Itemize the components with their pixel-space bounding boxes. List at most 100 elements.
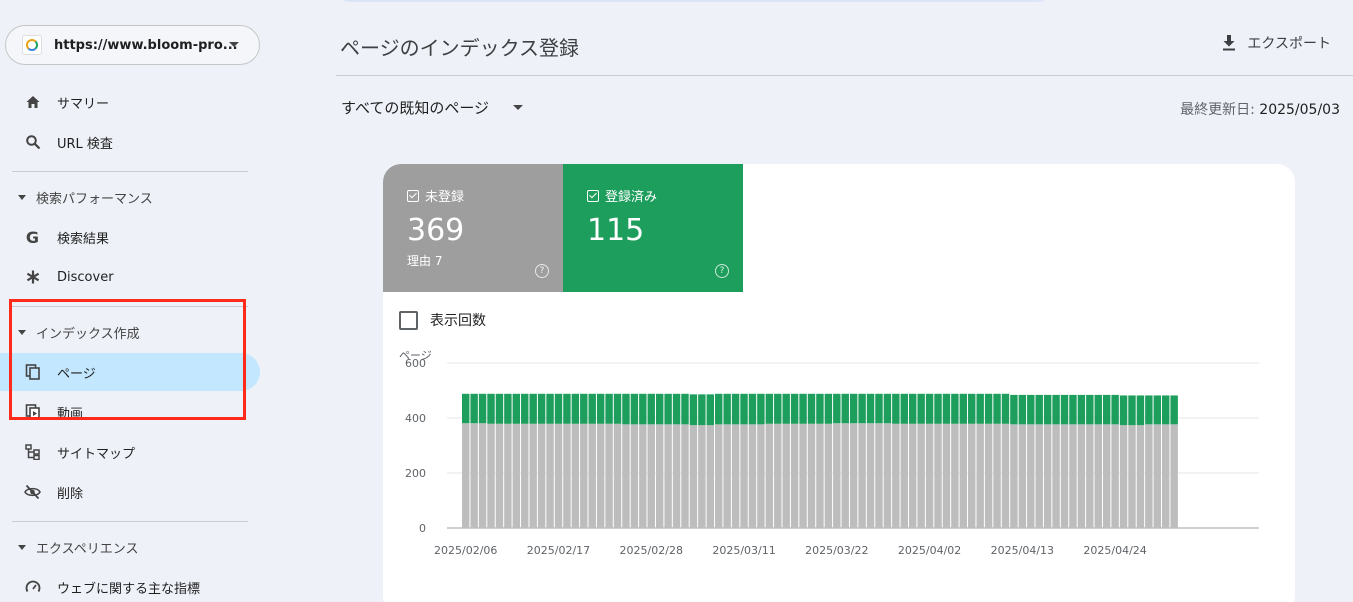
bar-not-indexed: [1094, 424, 1102, 528]
bar-indexed: [639, 393, 647, 425]
sidebar-item-label: ウェブに関する主な指標: [57, 581, 201, 597]
bar-not-indexed: [866, 423, 875, 528]
bar-indexed: [1128, 395, 1136, 426]
bar-indexed: [959, 393, 968, 424]
bar-not-indexed: [698, 425, 706, 528]
indexed-tile[interactable]: 登録済み 115 ?: [563, 164, 743, 292]
sidebar-item-summary[interactable]: サマリー: [0, 83, 260, 121]
chevron-down-icon: [513, 105, 524, 110]
collapse-arrow-icon: [18, 194, 26, 200]
sidebar-item-url-inspection[interactable]: URL 検査: [0, 123, 260, 161]
impressions-toggle[interactable]: 表示回数: [399, 310, 486, 330]
bar-not-indexed: [1060, 424, 1069, 528]
sidebar-item-sitemaps[interactable]: サイトマップ: [0, 433, 260, 471]
help-icon[interactable]: ?: [535, 264, 549, 278]
bar-indexed: [596, 393, 605, 424]
checkbox-unchecked-icon: [399, 310, 418, 330]
bar-indexed: [495, 393, 504, 424]
bar-indexed: [807, 393, 816, 424]
bar-indexed: [622, 393, 630, 425]
bar-not-indexed: [554, 423, 563, 528]
x-tick-label: 2025/02/28: [620, 544, 683, 557]
sidebar-item-label: 削除: [57, 486, 84, 502]
y-tick-label: 600: [405, 357, 426, 370]
asterisk-icon: [24, 269, 41, 286]
index-report-card: 未登録 369 理由 7 ? 登録済み 115 ? 表示回数 ページ 0 200 40…: [383, 164, 1295, 602]
bar-not-indexed: [596, 423, 605, 528]
bar-indexed: [1170, 395, 1178, 425]
x-tick-label: 2025/03/22: [805, 544, 868, 557]
bar-not-indexed: [799, 423, 807, 528]
bar-indexed: [1145, 395, 1153, 425]
sidebar-item-search-results[interactable]: G 検索結果: [0, 218, 260, 256]
bar-indexed: [588, 393, 596, 424]
last-updated: 最終更新日: 2025/05/03: [1180, 99, 1340, 119]
sidebar-item-core-web-vitals[interactable]: ウェブに関する主な指標: [0, 568, 260, 602]
not-indexed-count: 369: [407, 213, 465, 248]
bar-indexed: [1035, 394, 1043, 425]
bar-not-indexed: [942, 423, 951, 528]
bar-indexed: [664, 393, 672, 425]
bar-not-indexed: [563, 423, 571, 528]
bar-not-indexed: [858, 423, 866, 528]
checkbox-checked-icon: [407, 189, 419, 202]
bar-indexed: [529, 393, 537, 424]
last-updated-value: 2025/05/03: [1259, 102, 1340, 118]
bar-indexed: [655, 393, 664, 425]
bar-indexed: [630, 393, 639, 425]
bar-not-indexed: [993, 423, 1001, 528]
bar-indexed: [849, 393, 858, 424]
bar-not-indexed: [1119, 425, 1128, 528]
bar-not-indexed: [546, 423, 554, 528]
help-icon[interactable]: ?: [715, 264, 729, 278]
bar-not-indexed: [892, 423, 900, 528]
bar-indexed: [563, 393, 571, 424]
bar-not-indexed: [807, 423, 816, 528]
bar-indexed: [1043, 394, 1052, 425]
page-filter-dropdown[interactable]: すべての既知のページ: [341, 97, 524, 118]
checkbox-checked-icon: [587, 189, 599, 202]
sidebar-item-removals[interactable]: 削除: [0, 473, 260, 511]
bar-indexed: [790, 393, 799, 424]
export-button[interactable]: エクスポート: [1221, 33, 1331, 53]
x-tick-label: 2025/04/24: [1083, 544, 1146, 557]
bar-not-indexed: [731, 424, 740, 528]
x-tick-label: 2025/04/13: [991, 544, 1054, 557]
bar-not-indexed: [495, 423, 504, 528]
section-label: エクスペリエンス: [36, 541, 139, 557]
bar-not-indexed: [689, 425, 698, 528]
bar-not-indexed: [462, 423, 470, 528]
not-indexed-tile[interactable]: 未登録 369 理由 7 ?: [383, 164, 563, 292]
bar-indexed: [934, 393, 942, 424]
bar-not-indexed: [765, 423, 774, 528]
bar-indexed: [672, 393, 681, 425]
impressions-label: 表示回数: [430, 313, 486, 329]
property-selector[interactable]: https://www.bloom-pro...: [5, 25, 260, 65]
y-tick-label: 200: [405, 467, 426, 480]
bar-indexed: [917, 393, 925, 424]
bar-indexed: [951, 393, 959, 424]
tile-label: 未登録: [425, 190, 465, 205]
pages-chart: ページ02004006002025/02/06 2025/02/17 2025/02…: [399, 349, 1259, 557]
bar-not-indexed: [1136, 425, 1145, 528]
bar-not-indexed: [849, 423, 858, 528]
bar-indexed: [1001, 393, 1010, 424]
bar-not-indexed: [1043, 424, 1052, 528]
bar-indexed: [580, 393, 588, 424]
bar-indexed: [976, 393, 984, 424]
page-title: ページのインデックス登録: [340, 36, 579, 60]
bar-indexed: [968, 393, 976, 424]
bar-indexed: [1119, 395, 1128, 426]
site-logo-icon: [22, 35, 42, 55]
bar-not-indexed: [580, 423, 588, 528]
bar-indexed: [1027, 394, 1035, 425]
sidebar-item-label: URL 検査: [57, 136, 113, 152]
section-search-performance[interactable]: 検索パフォーマンス: [0, 182, 260, 212]
red-highlight-box: [9, 299, 246, 420]
bar-indexed: [782, 393, 790, 424]
bar-indexed: [487, 393, 495, 424]
sidebar-item-discover[interactable]: Discover: [0, 258, 260, 296]
section-experience[interactable]: エクスペリエンス: [0, 532, 260, 562]
bar-not-indexed: [470, 423, 478, 528]
bar-not-indexed: [841, 423, 849, 528]
